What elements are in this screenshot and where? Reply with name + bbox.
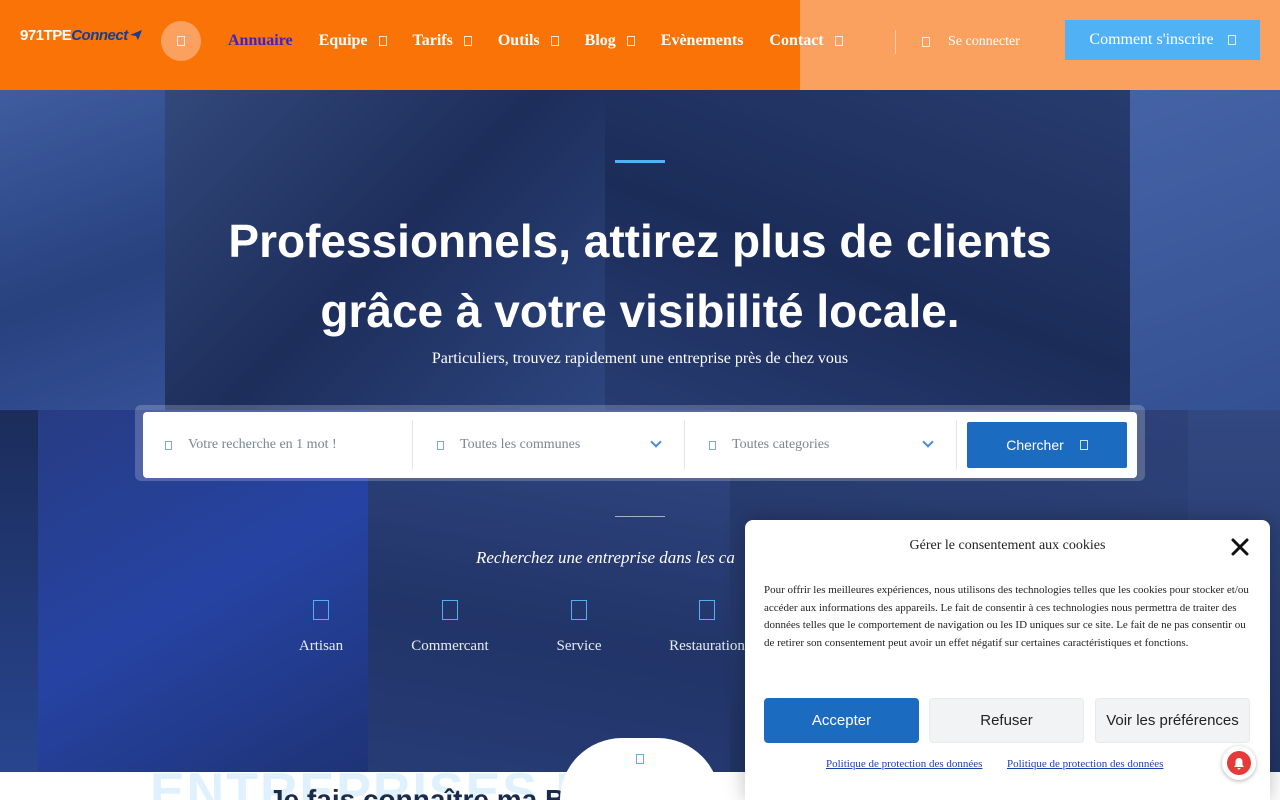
user-icon [922,37,930,47]
arrow-icon [1227,35,1236,45]
service-icon [571,600,587,620]
chevron-down-icon [626,36,635,46]
nav-item-contact[interactable]: Contact [769,30,843,52]
home-icon [177,36,185,46]
chevron-down-icon [834,36,843,46]
hero-title: Professionnels, attirez plus de clients … [140,206,1140,346]
login-label: Se connecter [948,34,1020,49]
signup-button[interactable]: Comment s'inscrire [1065,20,1260,60]
category-label: Restauration [669,638,745,654]
notification-bell-button[interactable] [1222,746,1256,780]
search-button[interactable]: Chercher [967,422,1127,468]
category-label: Service [556,638,602,654]
preferences-button[interactable]: Voir les préférences [1095,698,1250,743]
category-selected: Toutes categories [732,437,830,452]
shop-icon [442,600,458,620]
nav-divider [895,30,896,54]
location-icon [437,440,444,450]
nav-item-label: Contact [769,32,824,49]
category-restauration[interactable]: Restauration [664,600,750,655]
nav-item-label: Tarifs [412,32,453,49]
restaurant-icon [699,600,715,620]
nav-item-label: Blog [584,32,616,49]
nav-item-tarifs[interactable]: Tarifs [413,30,472,52]
nav-item-blog[interactable]: Blog [585,30,635,52]
close-icon[interactable] [1230,537,1250,557]
logo-text-part2: Connect [71,26,128,44]
site-header: 971TPE Connect Annuaire Equipe Tarifs Ou… [0,0,1280,90]
chevron-down-icon [550,36,559,46]
cookie-body: Pour offrir les meilleures expériences, … [764,584,1249,649]
nav-item-outils[interactable]: Outils [498,30,559,52]
nav-item-label: Evènements [660,32,744,49]
nav-item-equipe[interactable]: Equipe [319,30,387,52]
section-divider [615,516,665,517]
home-button[interactable] [161,21,201,61]
login-link[interactable]: Se connecter [922,34,1020,50]
chevron-down-icon [922,436,934,448]
refuse-button[interactable]: Refuser [929,698,1084,743]
category-label: Commercant [411,638,489,654]
hero-title-line1: Professionnels, attirez plus de clients [228,215,1052,267]
commune-select[interactable]: Toutes les communes [413,420,685,470]
nav-item-label: Outils [497,32,540,49]
accept-button[interactable]: Accepter [764,698,919,743]
hero-subtitle: Particuliers, trouvez rapidement une ent… [431,350,849,367]
privacy-policy-link[interactable]: Politique de protection des données [826,758,982,770]
keyword-input[interactable]: Votre recherche en 1 mot ! [143,420,413,470]
category-label: Artisan [298,638,344,654]
search-icon [1079,440,1088,450]
category-commercant[interactable]: Commercant [404,600,496,655]
search-icon [165,440,172,450]
cookie-title: Gérer le consentement aux cookies [909,538,1106,553]
nav-item-evenements[interactable]: Evènements [661,30,744,52]
site-logo[interactable]: 971TPE Connect [20,22,142,48]
chevron-down-icon [650,436,662,448]
plane-icon [129,30,142,40]
search-bar: Votre recherche en 1 mot ! Toutes les co… [143,412,1137,478]
category-service[interactable]: Service [549,600,609,655]
cookie-consent-dialog: Gérer le consentement aux cookies Pour o… [745,520,1270,800]
categories-heading: Recherchez une entreprise dans les ca [476,548,735,567]
nav-item-label: Annuaire [228,32,293,49]
artisan-icon [313,600,329,620]
search-button-label: Chercher [1006,437,1064,453]
logo-text-part1: 971TPE [20,26,72,44]
arrow-down-icon [636,754,644,764]
keyword-placeholder: Votre recherche en 1 mot ! [188,437,337,452]
nav-item-label: Equipe [318,32,368,49]
chevron-down-icon [463,36,472,46]
main-nav: Annuaire Equipe Tarifs Outils Blog Evène… [228,30,869,52]
accent-line [615,160,665,163]
nav-item-annuaire[interactable]: Annuaire [228,30,293,52]
signup-label: Comment s'inscrire [1089,31,1214,48]
bell-icon [1234,757,1244,769]
commune-selected: Toutes les communes [460,437,581,452]
hero-title-line2: grâce à votre visibilité locale. [320,285,960,337]
chevron-down-icon [378,36,387,46]
category-icon [709,440,716,450]
privacy-policy-link[interactable]: Politique de protection des données [1007,758,1163,770]
category-select[interactable]: Toutes categories [685,420,957,470]
category-artisan[interactable]: Artisan [290,600,352,655]
